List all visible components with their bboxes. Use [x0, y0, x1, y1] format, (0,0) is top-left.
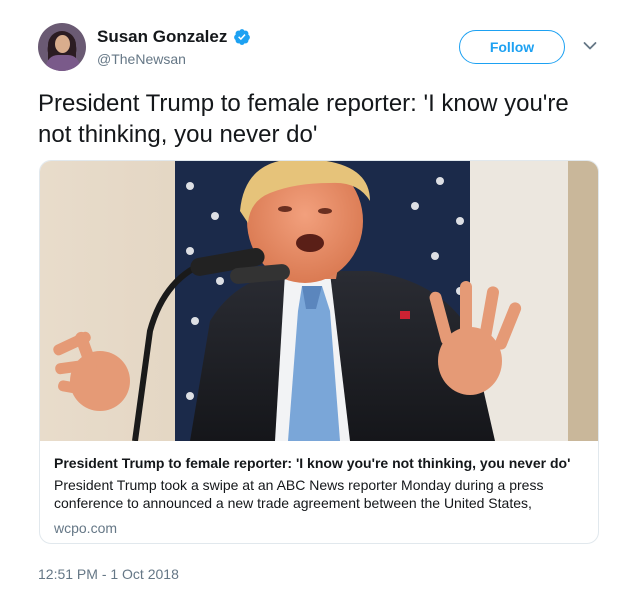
user-info: Susan Gonzalez @TheNewsan: [97, 27, 251, 67]
link-card[interactable]: President Trump to female reporter: 'I k…: [39, 160, 599, 544]
follow-button[interactable]: Follow: [459, 30, 565, 64]
tweet-timestamp[interactable]: 12:51 PM - 1 Oct 2018: [38, 566, 179, 582]
card-body: President Trump to female reporter: 'I k…: [54, 454, 584, 536]
verified-badge-icon: [234, 29, 251, 45]
tweet: Susan Gonzalez @TheNewsan Follow Preside…: [0, 0, 631, 599]
avatar-face: [55, 35, 70, 53]
avatar-body: [46, 55, 80, 71]
name-row: Susan Gonzalez: [97, 27, 251, 47]
user-handle[interactable]: @TheNewsan: [97, 51, 251, 67]
display-name[interactable]: Susan Gonzalez: [97, 27, 227, 47]
chevron-down-icon[interactable]: [583, 41, 597, 51]
card-image: [40, 161, 598, 441]
card-description: President Trump took a swipe at an ABC N…: [54, 477, 544, 511]
card-domain: wcpo.com: [54, 520, 118, 536]
card-title: President Trump to female reporter: 'I k…: [54, 455, 571, 471]
tweet-text: President Trump to female reporter: 'I k…: [38, 90, 569, 148]
avatar[interactable]: [38, 23, 86, 71]
